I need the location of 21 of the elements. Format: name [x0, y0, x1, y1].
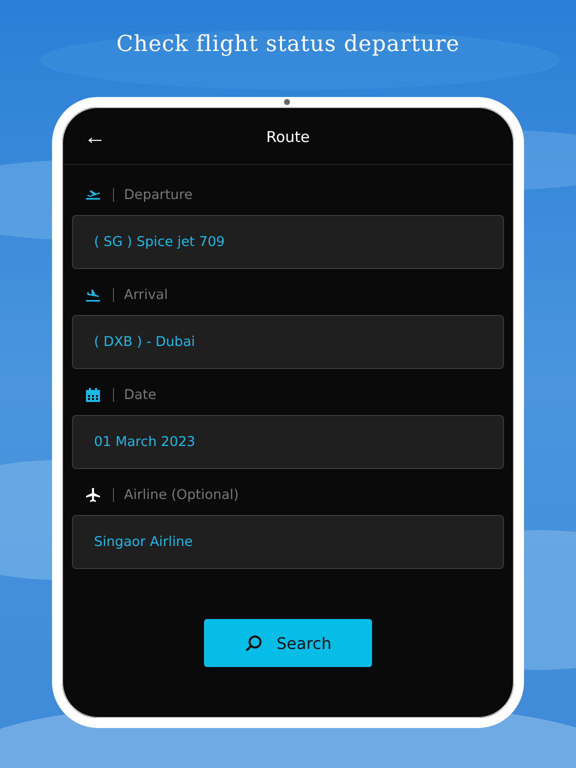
camera-dot: [284, 99, 290, 105]
input-field[interactable]: 01 March 2023: [72, 415, 504, 469]
input-field[interactable]: ( SG ) Spice jet 709: [72, 215, 504, 269]
airplane-icon: [85, 487, 101, 503]
screen-title: Route: [266, 128, 310, 146]
search-button[interactable]: Search: [204, 619, 372, 667]
input-field[interactable]: ( DXB ) - Dubai: [72, 315, 504, 369]
search-icon: [244, 634, 263, 652]
field-label: Airline (Optional): [124, 487, 239, 503]
separator-bar: [113, 388, 114, 402]
field-label: Departure: [124, 187, 193, 203]
field-label: Arrival: [124, 287, 168, 303]
separator-bar: [113, 188, 114, 202]
separator-bar: [113, 288, 114, 302]
headline: Check flight status departure: [116, 32, 460, 59]
calendar-icon: [85, 387, 101, 403]
landing-icon: [85, 287, 101, 303]
back-button[interactable]: ←: [84, 126, 106, 148]
field-label: Date: [124, 387, 156, 403]
separator-bar: [113, 488, 114, 502]
input-field[interactable]: Singaor Airline: [72, 515, 504, 569]
